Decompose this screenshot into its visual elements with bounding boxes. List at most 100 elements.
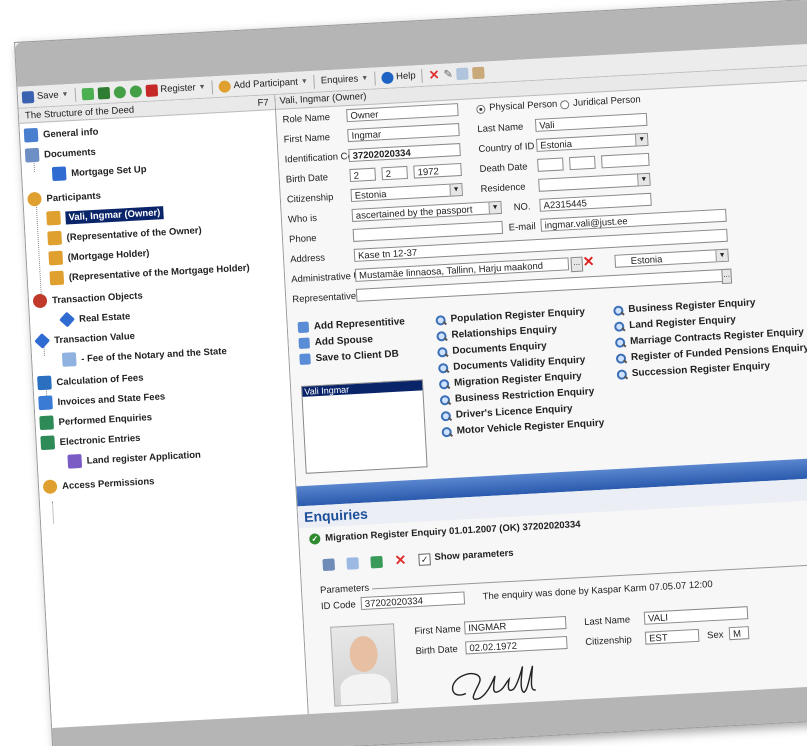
motor-vehicle-register-enquiry-link[interactable]: Motor Vehicle Register Enquiry bbox=[441, 418, 604, 438]
sex-result-field[interactable]: M bbox=[728, 626, 750, 641]
population-register-enquiry-link[interactable]: Population Register Enquiry bbox=[435, 307, 585, 326]
tree-item-mortgage-holder[interactable]: (Mortgage Holder) bbox=[48, 246, 150, 266]
person-check-icon bbox=[49, 270, 65, 286]
up-arrow-icon[interactable] bbox=[113, 85, 126, 99]
browse-button[interactable]: ... bbox=[570, 256, 584, 273]
down-arrow-icon[interactable] bbox=[129, 84, 142, 98]
documents-enquiry-link[interactable]: Documents Enquiry bbox=[437, 341, 547, 358]
death-year-field[interactable] bbox=[600, 152, 650, 169]
birth-date-result-label: Birth Date bbox=[415, 643, 459, 658]
print-icon[interactable] bbox=[322, 558, 336, 572]
export-icon[interactable] bbox=[370, 555, 383, 569]
book-icon bbox=[297, 321, 310, 334]
succession-register-enquiry-link[interactable]: Succession Register Enquiry bbox=[617, 361, 771, 380]
enquiries-title: Enquiries bbox=[303, 505, 369, 525]
juridical-person-label: Juridical Person bbox=[572, 94, 641, 109]
country-of-id-select[interactable]: Estonia ▼ bbox=[536, 132, 649, 152]
add-participant-button[interactable]: Add Participant ▼ bbox=[218, 76, 308, 93]
who-is-label: Who is bbox=[287, 212, 318, 226]
first-name-field[interactable]: Ingmar bbox=[347, 123, 460, 143]
phone-label: Phone bbox=[288, 232, 317, 246]
help-button[interactable]: Help bbox=[380, 70, 416, 84]
role-name-field[interactable]: Owner bbox=[346, 103, 459, 123]
tree-item-invoices[interactable]: Invoices and State Fees bbox=[38, 389, 165, 411]
tree-icon[interactable] bbox=[97, 86, 110, 100]
delete-icon[interactable]: ✕ bbox=[394, 552, 407, 570]
migration-register-enquiry-link[interactable]: Migration Register Enquiry bbox=[439, 371, 582, 390]
email-field[interactable]: ingmar.vali@just.ee bbox=[540, 208, 727, 232]
tree-item-representative-of-owner[interactable]: (Representative of the Owner) bbox=[47, 223, 202, 246]
enquiries-button[interactable]: Enquires ▼ bbox=[321, 73, 369, 86]
enquiry-done-by: The enquiry was done by Kaspar Karm 07.0… bbox=[482, 579, 713, 603]
land-register-enquiry-link[interactable]: Land Register Enquiry bbox=[614, 314, 736, 332]
tree-item-performed-enquiries[interactable]: Performed Enquiries bbox=[39, 410, 152, 431]
tree-line bbox=[51, 501, 55, 524]
tree-item-real-estate[interactable]: Real Estate bbox=[59, 309, 131, 328]
toolbar-separator bbox=[421, 68, 424, 83]
relationships-enquiry-link[interactable]: Relationships Enquiry bbox=[436, 324, 557, 342]
browse-button[interactable]: ... bbox=[721, 268, 733, 285]
diamond-icon bbox=[34, 333, 51, 349]
tree-item-access-permissions[interactable]: Access Permissions bbox=[42, 474, 155, 495]
tree-item-participants[interactable]: Participants bbox=[27, 189, 101, 207]
physical-person-radio[interactable] bbox=[476, 104, 486, 115]
tree-item-general-info[interactable]: General info bbox=[23, 125, 99, 143]
magnifier-icon bbox=[438, 363, 449, 374]
document-number-field[interactable]: A2315445 bbox=[539, 192, 652, 212]
first-name-result-field[interactable]: INGMAR bbox=[463, 615, 567, 635]
copy-icon[interactable] bbox=[456, 66, 470, 80]
identification-code-field[interactable]: 37202020334 bbox=[348, 143, 461, 163]
add-representative-button[interactable]: Add Representitive bbox=[297, 316, 405, 334]
tree-item-calculation-of-fees[interactable]: Calculation of Fees bbox=[37, 371, 144, 391]
person-check-icon bbox=[47, 230, 63, 246]
tree-item-electronic-entries[interactable]: Electronic Entries bbox=[40, 431, 141, 451]
last-name-result-field[interactable]: VALI bbox=[643, 606, 749, 625]
show-parameters-checkbox[interactable]: ✓ bbox=[418, 553, 431, 566]
id-code-field[interactable]: 37202020334 bbox=[360, 591, 466, 611]
add-spouse-button[interactable]: Add Spouse bbox=[298, 334, 373, 350]
birth-day-field[interactable]: 2 bbox=[349, 167, 377, 183]
residence-label: Residence bbox=[480, 181, 526, 195]
birth-date-result-field[interactable]: 02.02.1972 bbox=[465, 635, 568, 655]
list-item[interactable]: Vali Ingmar bbox=[302, 380, 423, 397]
tree-item-representative-of-mortgage-holder[interactable]: (Representative of the Mortgage Holder) bbox=[49, 261, 250, 286]
delete-icon[interactable]: ✕ bbox=[428, 67, 440, 84]
administrative-country-select[interactable]: Estonia ▼ bbox=[614, 248, 729, 268]
tree-item-mortgage-set-up[interactable]: Mortgage Set Up bbox=[51, 162, 147, 182]
document-icon[interactable] bbox=[346, 557, 360, 570]
clear-icon[interactable]: ✕ bbox=[582, 253, 595, 271]
related-persons-list[interactable]: Vali Ingmar bbox=[301, 379, 428, 474]
tree-item-transaction-objects[interactable]: Transaction Objects bbox=[32, 288, 143, 309]
juridical-person-radio[interactable] bbox=[559, 100, 570, 110]
toolbar-separator bbox=[313, 74, 316, 89]
death-month-field[interactable] bbox=[569, 155, 596, 171]
business-register-enquiry-link[interactable]: Business Register Enquiry bbox=[613, 297, 756, 316]
tree-item-owner[interactable]: Vali, Ingmar (Owner) bbox=[46, 205, 164, 226]
residence-select[interactable]: ▼ bbox=[538, 172, 651, 192]
participant-panel: Vali, Ingmar (Owner) Role Name Owner Phy… bbox=[275, 65, 807, 715]
citizenship-result-field[interactable]: EST bbox=[644, 628, 700, 645]
death-day-field[interactable] bbox=[537, 157, 564, 172]
who-is-select[interactable]: ascertained by the passport ▼ bbox=[351, 200, 503, 222]
tree-item-documents[interactable]: Documents bbox=[24, 145, 96, 163]
birth-month-field[interactable]: 2 bbox=[381, 165, 408, 181]
magnifier-icon bbox=[616, 353, 627, 364]
register-button[interactable]: Register ▼ bbox=[145, 81, 206, 97]
leaf-icon[interactable] bbox=[81, 87, 94, 100]
last-name-field[interactable]: Vali bbox=[534, 112, 648, 132]
citizenship-select[interactable]: Estonia ▼ bbox=[350, 182, 463, 203]
birth-year-field[interactable]: 1972 bbox=[413, 162, 462, 179]
save-to-client-db-button[interactable]: Save to Client DB bbox=[299, 349, 399, 366]
phone-field[interactable] bbox=[352, 220, 504, 242]
documents-validity-enquiry-link[interactable]: Documents Validity Enquiry bbox=[438, 355, 586, 374]
tree-item-land-register-application[interactable]: Land register Application bbox=[67, 448, 201, 469]
pen-icon bbox=[67, 453, 83, 469]
birth-date-label: Birth Date bbox=[285, 172, 329, 186]
tree-item-notary-fee[interactable]: - Fee of the Notary and the State bbox=[61, 344, 227, 367]
tree-item-transaction-value[interactable]: Transaction Value bbox=[34, 329, 135, 349]
drivers-licence-enquiry-link[interactable]: Driver's Licence Enquiry bbox=[441, 403, 573, 421]
citizenship-label: Citizenship bbox=[286, 191, 334, 206]
save-button[interactable]: Save ▼ bbox=[21, 89, 69, 104]
paste-icon[interactable] bbox=[472, 66, 486, 79]
eraser-icon[interactable]: ✎ bbox=[443, 67, 453, 80]
